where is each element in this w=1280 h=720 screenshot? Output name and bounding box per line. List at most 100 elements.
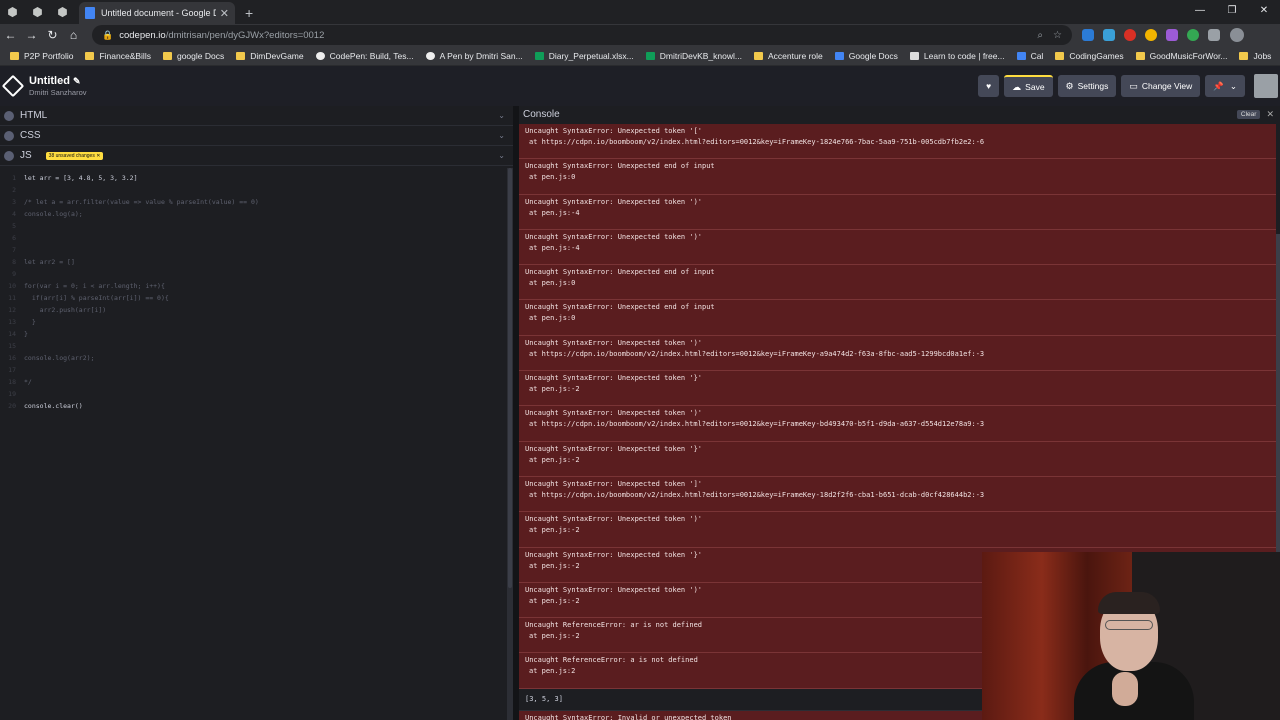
js-editor-header[interactable]: JS 38 unsaved changes ✕ ⌄	[0, 146, 513, 166]
new-tab-icon[interactable]: +	[245, 2, 253, 24]
code-line[interactable]: 20 console.clear()	[0, 400, 500, 412]
code-line[interactable]: 11 if(arr[i] % parseInt(arr[i]) == 0){	[0, 292, 500, 304]
code-line[interactable]: 18 */	[0, 376, 500, 388]
bookmark-item[interactable]: Learn to code | free...	[909, 51, 1005, 61]
html-editor-header[interactable]: HTML ⌄	[0, 106, 513, 126]
chevron-down-icon[interactable]: ⌄	[498, 131, 505, 140]
zoom-icon[interactable]: ⌕	[1037, 30, 1043, 41]
close-tab-icon[interactable]: ✕	[220, 7, 229, 20]
edit-pencil-icon[interactable]: ✎	[73, 76, 81, 86]
js-code-editor[interactable]: 1 let arr = [3, 4.8, 5, 3, 3.2] 2 3 /* let a…	[0, 168, 507, 720]
puzzle-icon[interactable]	[1208, 29, 1220, 41]
editor-scrollbar[interactable]	[507, 168, 513, 720]
console-location[interactable]: at pen.js:0	[525, 313, 1270, 324]
bookmark-star-icon[interactable]: ☆	[1053, 30, 1062, 41]
gear-icon[interactable]	[4, 110, 14, 121]
bookmark-item[interactable]: Finance&Bills	[85, 51, 151, 61]
user-avatar[interactable]	[1254, 74, 1278, 98]
code-line[interactable]: 19	[0, 388, 500, 400]
close-console-icon[interactable]: ✕	[1266, 109, 1274, 120]
home-icon[interactable]: ⌂	[63, 28, 84, 42]
scrollbar-thumb[interactable]	[508, 168, 512, 588]
restore-icon[interactable]: ❐	[1216, 0, 1248, 22]
bookmark-item[interactable]: google Docs	[162, 51, 224, 61]
change-view-button[interactable]: ▭ Change View	[1121, 75, 1201, 97]
pen-author[interactable]: Dmitri Sanzharov	[29, 88, 87, 97]
extension-icon[interactable]	[1145, 29, 1157, 41]
back-icon[interactable]: ←	[0, 28, 21, 42]
save-button[interactable]: ☁ Save	[1004, 75, 1053, 97]
code-line[interactable]: 9	[0, 268, 500, 280]
code-line[interactable]: 10 for(var i = 0; i < arr.length; i++){	[0, 280, 500, 292]
console-location[interactable]: at pen.js:-2	[525, 455, 1270, 466]
code-line[interactable]: 1 let arr = [3, 4.8, 5, 3, 3.2]	[0, 172, 500, 184]
reload-icon[interactable]: ↻	[42, 28, 63, 42]
code-line[interactable]: 15	[0, 340, 500, 352]
bookmark-item[interactable]: Accenture role	[753, 51, 823, 61]
code-line[interactable]: 16 console.log(arr2);	[0, 352, 500, 364]
pinned-tab-codepen-1[interactable]: ⬢	[0, 0, 25, 24]
close-window-icon[interactable]: ✕	[1248, 0, 1280, 22]
console-location[interactable]: at pen.js:0	[525, 172, 1270, 183]
code-line[interactable]: 2	[0, 184, 500, 196]
bookmark-item[interactable]: P2P Portfolio	[10, 51, 73, 61]
console-location[interactable]: at https://cdpn.io/boomboom/v2/index.htm…	[525, 490, 1270, 501]
console-message: Uncaught SyntaxError: Unexpected token '…	[525, 409, 703, 418]
clear-console-button[interactable]: Clear	[1236, 109, 1261, 119]
code-line[interactable]: 8 let arr2 = []	[0, 256, 500, 268]
code-line[interactable]: 6	[0, 232, 500, 244]
code-line[interactable]: 5	[0, 220, 500, 232]
unsaved-changes-badge[interactable]: 38 unsaved changes ✕	[45, 151, 104, 160]
pinned-tab-codepen-3[interactable]: ⬢	[50, 0, 75, 24]
gear-icon[interactable]	[4, 150, 14, 161]
minimize-icon[interactable]: —	[1184, 0, 1216, 22]
console-location[interactable]: at https://cdpn.io/boomboom/v2/index.htm…	[525, 349, 1270, 360]
console-location[interactable]: at pen.js:-2	[525, 384, 1270, 395]
console-location[interactable]: at pen.js:-2	[525, 525, 1270, 536]
browser-tab-active[interactable]: Untitled document - Google Do ✕	[79, 2, 235, 24]
code-line[interactable]: 7	[0, 244, 500, 256]
address-bar[interactable]: 🔒 codepen.io /dmitrisan/pen/dyGJWx?edito…	[92, 25, 1072, 45]
profile-avatar[interactable]	[1230, 28, 1244, 42]
console-location[interactable]: at https://cdpn.io/boomboom/v2/index.htm…	[525, 137, 1270, 148]
code-line[interactable]: 17	[0, 364, 500, 376]
folder-icon	[1239, 51, 1249, 60]
code-line[interactable]: 12 arr2.push(arr[i])	[0, 304, 500, 316]
pinned-tab-codepen-2[interactable]: ⬢	[25, 0, 50, 24]
bookmark-item[interactable]: Jobs	[1239, 51, 1271, 61]
css-editor-header[interactable]: CSS ⌄	[0, 126, 513, 146]
extension-icon[interactable]	[1166, 29, 1178, 41]
code-line[interactable]: 4 console.log(a);	[0, 208, 500, 220]
bookmark-item[interactable]: CodePen: Build, Tes...	[315, 51, 414, 61]
pin-button[interactable]: 📌 ⌄	[1205, 75, 1245, 97]
console-location[interactable]: at pen.js:-4	[525, 243, 1270, 254]
console-location[interactable]: at https://cdpn.io/boomboom/v2/index.htm…	[525, 419, 1270, 430]
code-line[interactable]: 3 /* let a = arr.filter(value => value % …	[0, 196, 500, 208]
bookmark-item[interactable]: Diary_Perpetual.xlsx...	[534, 51, 634, 61]
bookmark-item[interactable]: A Pen by Dmitri San...	[425, 51, 523, 61]
heart-button[interactable]: ♥	[978, 75, 1000, 97]
bookmark-item[interactable]: Google Docs	[834, 51, 898, 61]
code-line[interactable]: 13 }	[0, 316, 500, 328]
code-text: let arr2 = []	[24, 258, 75, 266]
bookmark-item[interactable]: GoodMusicForWor...	[1135, 51, 1227, 61]
chevron-down-icon[interactable]: ⌄	[498, 151, 505, 160]
bookmark-item[interactable]: CodingGames	[1055, 51, 1124, 61]
console-location[interactable]: at pen.js:-4	[525, 208, 1270, 219]
extension-icon[interactable]	[1124, 29, 1136, 41]
codepen-logo-icon[interactable]	[1, 74, 25, 98]
code-line[interactable]: 14}	[0, 328, 500, 340]
extension-icon[interactable]	[1187, 29, 1199, 41]
extension-icon[interactable]	[1082, 29, 1094, 41]
bookmark-item[interactable]: Cal	[1016, 51, 1043, 61]
gear-icon[interactable]	[4, 130, 14, 141]
bookmark-item[interactable]: DimDevGame	[236, 51, 304, 61]
console-location[interactable]: at pen.js:0	[525, 278, 1270, 289]
bookmark-item[interactable]: DmitriDevKB_knowl...	[645, 51, 742, 61]
extension-icon[interactable]	[1103, 29, 1115, 41]
forward-icon[interactable]: →	[21, 28, 42, 42]
webcam-overlay	[982, 552, 1280, 720]
chevron-down-icon[interactable]: ⌄	[498, 111, 505, 120]
settings-button[interactable]: ⚙ Settings	[1057, 75, 1117, 97]
pen-title[interactable]: Untitled ✎	[29, 75, 87, 87]
